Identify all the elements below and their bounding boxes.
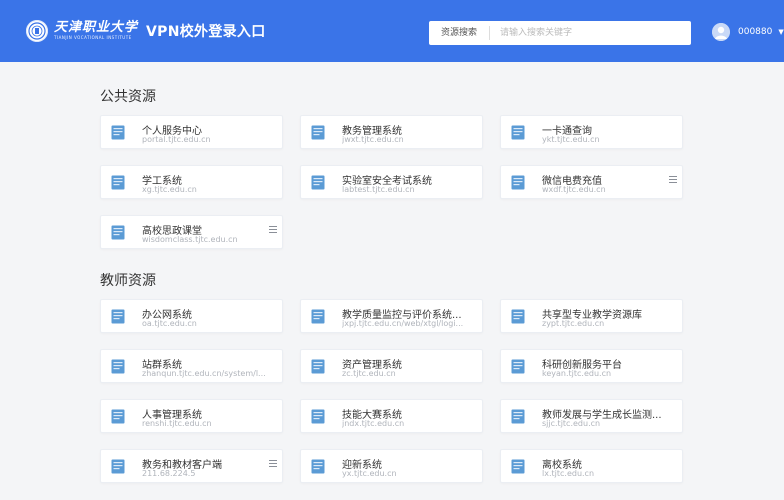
section-title-public: 公共资源 xyxy=(100,89,156,105)
resource-url: sjjc.tjtc.edu.cn xyxy=(542,419,601,428)
resource-url: zypt.tjtc.edu.cn xyxy=(542,319,605,328)
university-seal-icon xyxy=(26,20,48,42)
app-icon xyxy=(111,409,125,424)
resource-card[interactable]: 科研创新服务平台 keyan.tjtc.edu.cn xyxy=(500,349,683,383)
app-icon xyxy=(111,359,125,374)
top-header: 天津职业大学 TIANJIN VOCATIONAL INSTITUTE VPN校… xyxy=(0,0,784,62)
app-icon xyxy=(511,175,525,190)
university-logo[interactable]: 天津职业大学 TIANJIN VOCATIONAL INSTITUTE xyxy=(26,20,138,42)
app-icon xyxy=(111,459,125,474)
resource-card[interactable]: 办公网系统 oa.tjtc.edu.cn xyxy=(100,299,283,333)
resource-card[interactable]: 教务管理系统 jwxt.tjtc.edu.cn xyxy=(300,115,483,149)
resource-url: yx.tjtc.edu.cn xyxy=(342,469,397,478)
resource-card[interactable]: 微信电费充值 wxdf.tjtc.edu.cn xyxy=(500,165,683,199)
search-input[interactable] xyxy=(490,23,691,43)
list-menu-icon[interactable] xyxy=(269,218,277,233)
app-icon xyxy=(111,225,125,240)
search-label: 资源搜索 xyxy=(429,26,491,40)
resource-card[interactable]: 教师发展与学生成长监测... sjjc.tjtc.edu.cn xyxy=(500,399,683,433)
app-icon xyxy=(511,359,525,374)
resource-url: xg.tjtc.edu.cn xyxy=(142,185,197,194)
resource-url: wxdf.tjtc.edu.cn xyxy=(542,185,606,194)
resource-url: zc.tjtc.edu.cn xyxy=(342,369,396,378)
resource-url: wisdomclass.tjtc.edu.cn xyxy=(142,235,238,244)
resource-card[interactable]: 人事管理系统 renshi.tjtc.edu.cn xyxy=(100,399,283,433)
avatar-icon xyxy=(712,23,730,41)
app-icon xyxy=(311,309,325,324)
app-icon xyxy=(111,175,125,190)
app-icon xyxy=(511,459,525,474)
resource-card[interactable]: 个人服务中心 portal.tjtc.edu.cn xyxy=(100,115,283,149)
resource-url: keyan.tjtc.edu.cn xyxy=(542,369,612,378)
resource-url: oa.tjtc.edu.cn xyxy=(142,319,197,328)
app-icon xyxy=(311,359,325,374)
resource-card[interactable]: 学工系统 xg.tjtc.edu.cn xyxy=(100,165,283,199)
resource-card[interactable]: 共享型专业教学资源库 zypt.tjtc.edu.cn xyxy=(500,299,683,333)
app-icon xyxy=(511,309,525,324)
resource-url: ykt.tjtc.edu.cn xyxy=(542,135,600,144)
list-menu-icon[interactable] xyxy=(669,168,677,183)
resource-url: renshi.tjtc.edu.cn xyxy=(142,419,212,428)
logo-chinese-name: 天津职业大学 xyxy=(54,20,139,35)
app-icon xyxy=(311,125,325,140)
page-title: VPN校外登录入口 xyxy=(146,24,266,40)
resource-url: zhanqun.tjtc.edu.cn/system/l... xyxy=(142,369,266,378)
resource-url: portal.tjtc.edu.cn xyxy=(142,135,211,144)
resource-card[interactable]: 离校系统 lx.tjtc.edu.cn xyxy=(500,449,683,483)
search-box: 资源搜索 xyxy=(429,21,691,45)
resource-card[interactable]: 实验室安全考试系统 labtest.tjtc.edu.cn xyxy=(300,165,483,199)
resource-url: jndx.tjtc.edu.cn xyxy=(342,419,405,428)
list-menu-icon[interactable] xyxy=(269,452,277,467)
resource-card[interactable]: 高校思政课堂 wisdomclass.tjtc.edu.cn xyxy=(100,215,283,249)
logo-english-name: TIANJIN VOCATIONAL INSTITUTE xyxy=(54,35,132,40)
user-menu[interactable]: 000880 ▼ xyxy=(712,23,784,41)
app-icon xyxy=(511,409,525,424)
resource-url: jxpj.tjtc.edu.cn/web/xtgl/logi... xyxy=(342,319,464,328)
resource-card[interactable]: 教学质量监控与评价系统... jxpj.tjtc.edu.cn/web/xtgl/… xyxy=(300,299,483,333)
app-icon xyxy=(511,125,525,140)
resource-url: jwxt.tjtc.edu.cn xyxy=(342,135,404,144)
section-title-teacher: 教师资源 xyxy=(100,273,156,289)
caret-down-icon: ▼ xyxy=(778,28,784,36)
resource-card[interactable]: 迎新系统 yx.tjtc.edu.cn xyxy=(300,449,483,483)
resource-card[interactable]: 技能大赛系统 jndx.tjtc.edu.cn xyxy=(300,399,483,433)
app-icon xyxy=(111,309,125,324)
username: 000880 xyxy=(738,27,773,37)
resource-url: 211.68.224.5 xyxy=(142,469,196,478)
resource-card[interactable]: 一卡通查询 ykt.tjtc.edu.cn xyxy=(500,115,683,149)
app-icon xyxy=(311,409,325,424)
resource-card[interactable]: 资产管理系统 zc.tjtc.edu.cn xyxy=(300,349,483,383)
app-icon xyxy=(311,459,325,474)
app-icon xyxy=(311,175,325,190)
app-icon xyxy=(111,125,125,140)
resource-url: lx.tjtc.edu.cn xyxy=(542,469,595,478)
resource-card[interactable]: 教务和教材客户端 211.68.224.5 xyxy=(100,449,283,483)
resource-url: labtest.tjtc.edu.cn xyxy=(342,185,415,194)
resource-card[interactable]: 站群系统 zhanqun.tjtc.edu.cn/system/l... xyxy=(100,349,283,383)
